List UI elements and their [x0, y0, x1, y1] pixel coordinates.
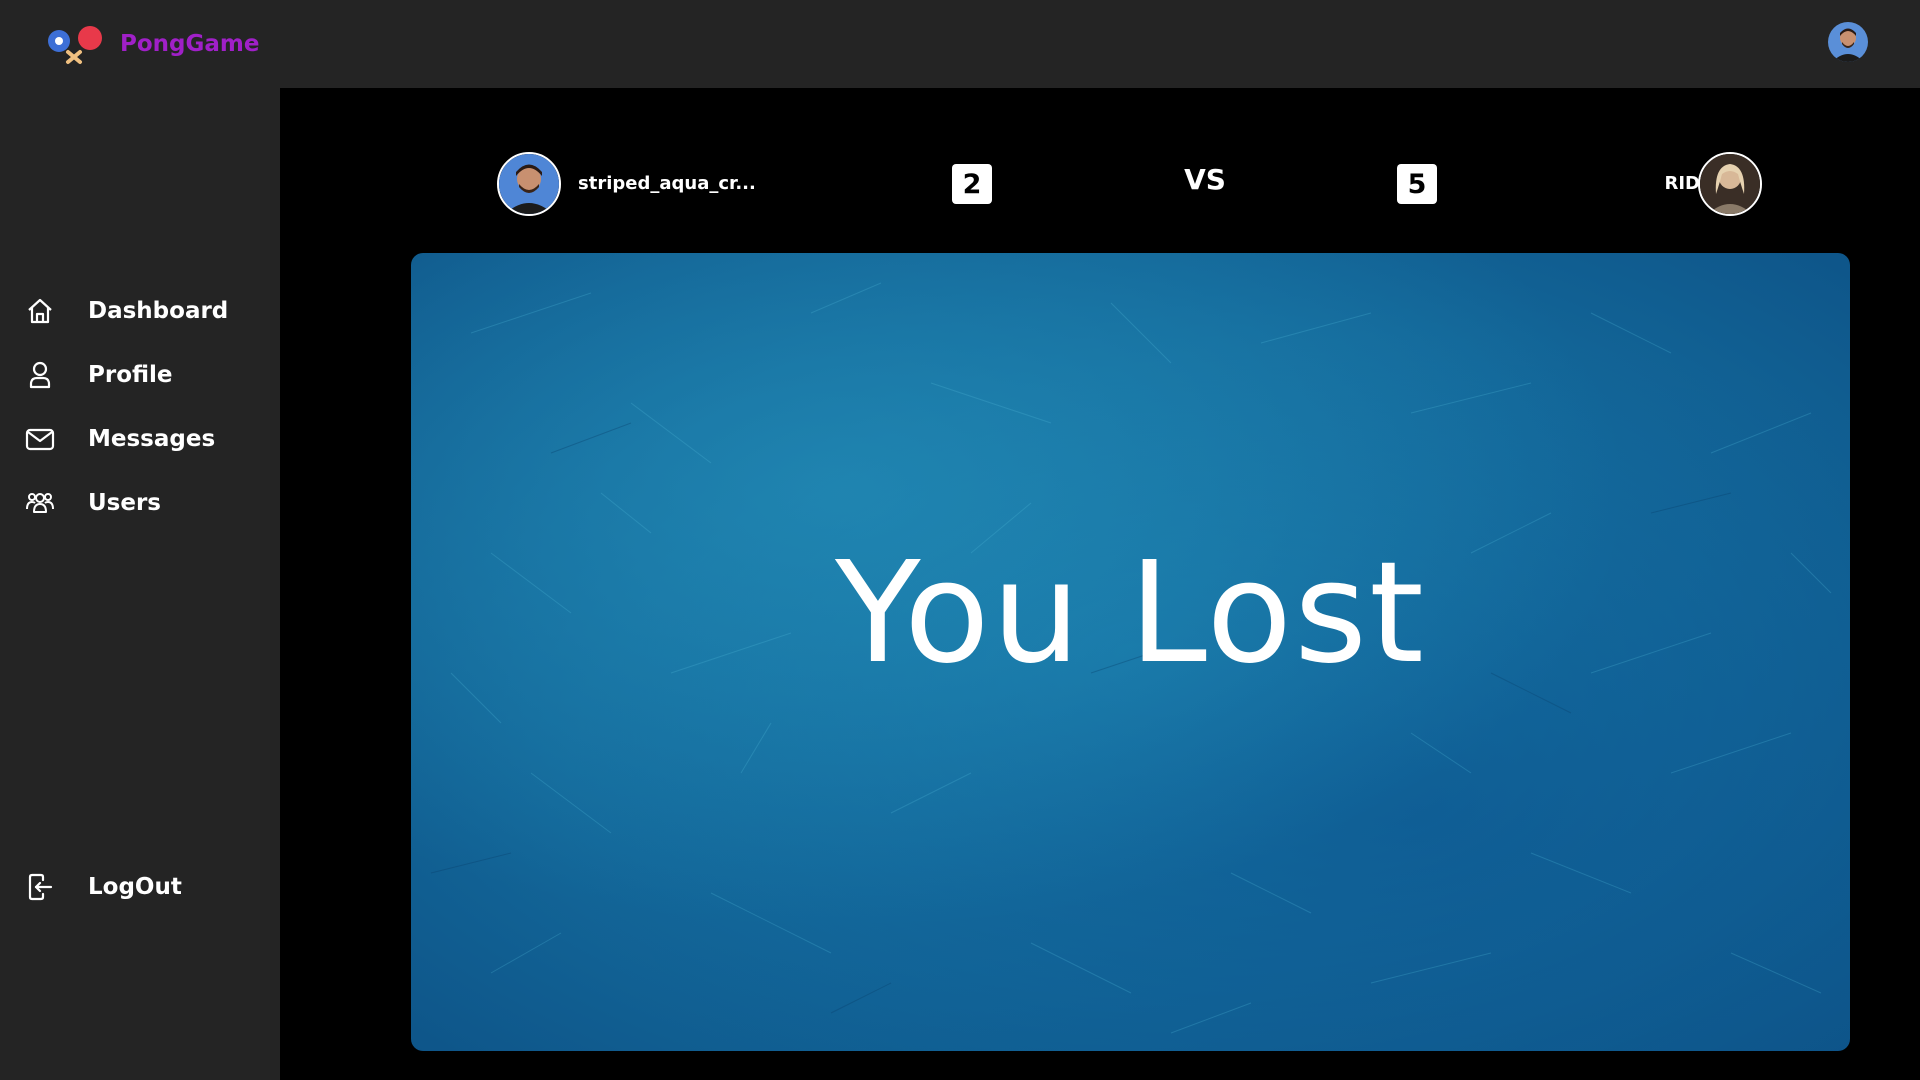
game-main: striped_aqua_cr... 2 VS 5 RID You Lost	[280, 88, 1920, 1080]
sidebar-item-users[interactable]: Users	[24, 481, 264, 525]
logout-label: LogOut	[88, 874, 182, 900]
top-header: PongGame	[0, 0, 1920, 88]
player-left-score: 2	[952, 164, 992, 204]
player-right-score: 5	[1397, 164, 1437, 204]
home-icon	[24, 295, 56, 327]
ping-pong-logo-icon[interactable]	[46, 22, 106, 66]
brand-name[interactable]: PongGame	[120, 30, 259, 58]
player-left-name: striped_aqua_cr...	[578, 173, 756, 194]
sidebar-item-messages[interactable]: Messages	[24, 417, 264, 461]
game-board[interactable]: You Lost	[411, 253, 1850, 1051]
scoreboard: striped_aqua_cr... 2 VS 5 RID	[280, 88, 1920, 248]
player-right-name: RID	[1664, 173, 1701, 194]
avatar-photo-icon	[1700, 154, 1760, 214]
user-avatar[interactable]	[1828, 22, 1868, 62]
logout-button[interactable]: LogOut	[24, 865, 264, 909]
sidebar: Dashboard Profile Messages Users LogOut	[0, 88, 280, 1080]
logout-icon	[24, 871, 56, 903]
player-left-avatar[interactable]	[497, 152, 561, 216]
avatar-photo-icon	[499, 154, 559, 214]
vs-label: VS	[1184, 163, 1226, 196]
user-icon	[24, 359, 56, 391]
mail-icon	[24, 423, 56, 455]
sidebar-item-profile[interactable]: Profile	[24, 353, 264, 397]
users-icon	[24, 487, 56, 519]
sidebar-item-label: Dashboard	[88, 298, 229, 324]
sidebar-item-dashboard[interactable]: Dashboard	[24, 289, 264, 333]
avatar-photo-icon	[1828, 22, 1868, 62]
game-result-text: You Lost	[835, 531, 1426, 695]
sidebar-item-label: Messages	[88, 426, 216, 452]
player-right-avatar[interactable]	[1698, 152, 1762, 216]
sidebar-item-label: Profile	[88, 362, 173, 388]
sidebar-item-label: Users	[88, 490, 161, 516]
